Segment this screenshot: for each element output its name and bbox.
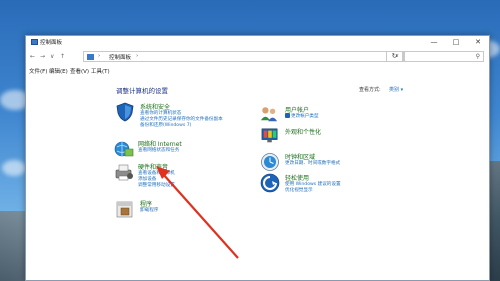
appearance-icon[interactable] [260,127,280,145]
refresh-button[interactable]: ↻ [386,51,403,62]
watermark-logo: jingyan.baidu.com [398,259,454,266]
menu-file[interactable]: 文件(F) [29,67,47,75]
category-link[interactable]: 备份和还原(Windows 7) [140,122,191,128]
printer-icon[interactable] [113,162,135,182]
watermark-logo: 经验 [437,236,470,255]
control-panel-icon [87,54,94,60]
menu-bar: 文件(F) 编辑(E) 查看(V) 工具(T) [26,65,489,76]
close-button[interactable]: ✕ [467,36,489,49]
view-by-label: 查看方式: [359,87,381,93]
search-icon[interactable]: ⚲ [476,53,480,60]
network-icon[interactable] [113,139,135,159]
menu-tools[interactable]: 工具(T) [91,67,110,75]
breadcrumb-separator: › [98,53,101,59]
menu-edit[interactable]: 编辑(E) [49,67,68,75]
control-panel-icon [31,39,38,45]
minimize-button[interactable]: — [423,36,445,49]
watermark-logo: Baidu [380,231,440,255]
category-title[interactable]: 外观和个性化 [285,127,321,136]
programs-icon[interactable] [115,199,135,219]
category-link[interactable]: 调整常用移动设置 [138,182,175,188]
shield-icon[interactable] [115,102,135,122]
search-input[interactable]: ⚲ [404,51,484,62]
address-bar[interactable]: › 控制面板 › ∨ [83,51,404,62]
category-link[interactable]: 优化视觉显示 [285,187,313,193]
clock-icon[interactable] [260,152,280,172]
breadcrumb-item[interactable]: 控制面板 [109,53,131,61]
window-title: 控制面板 [40,40,63,46]
breadcrumb-separator[interactable]: › [136,53,138,59]
category-link[interactable]: 更改帐户类型 [291,113,319,119]
back-arrow-icon[interactable]: ← [30,53,35,60]
up-arrow-icon[interactable]: ↑ [60,53,65,60]
desktop-rock [0,211,26,281]
page-title: 调整计算机的设置 [116,87,168,95]
users-icon[interactable] [260,105,278,123]
cloud [2,160,26,176]
recent-locations-icon[interactable]: ∨ [50,53,54,60]
title-bar: 控制面板 — □ ✕ [26,36,489,49]
category-link[interactable]: 查看网络状态和任务 [138,147,179,153]
maximize-button[interactable]: □ [445,36,467,49]
menu-view[interactable]: 查看(V) [70,67,89,75]
view-by-dropdown[interactable]: 类别 ▾ [389,86,403,93]
navigation-bar: ← → ∨ ↑ › 控制面板 › ∨ ⚲ ↻ [26,50,489,64]
category-link[interactable]: 更改日期、时间或数字格式 [285,160,340,166]
forward-arrow-icon[interactable]: → [40,53,45,60]
category-link[interactable]: 卸载程序 [140,207,158,213]
accessibility-icon[interactable] [260,173,280,193]
admin-shield-icon [285,113,290,118]
